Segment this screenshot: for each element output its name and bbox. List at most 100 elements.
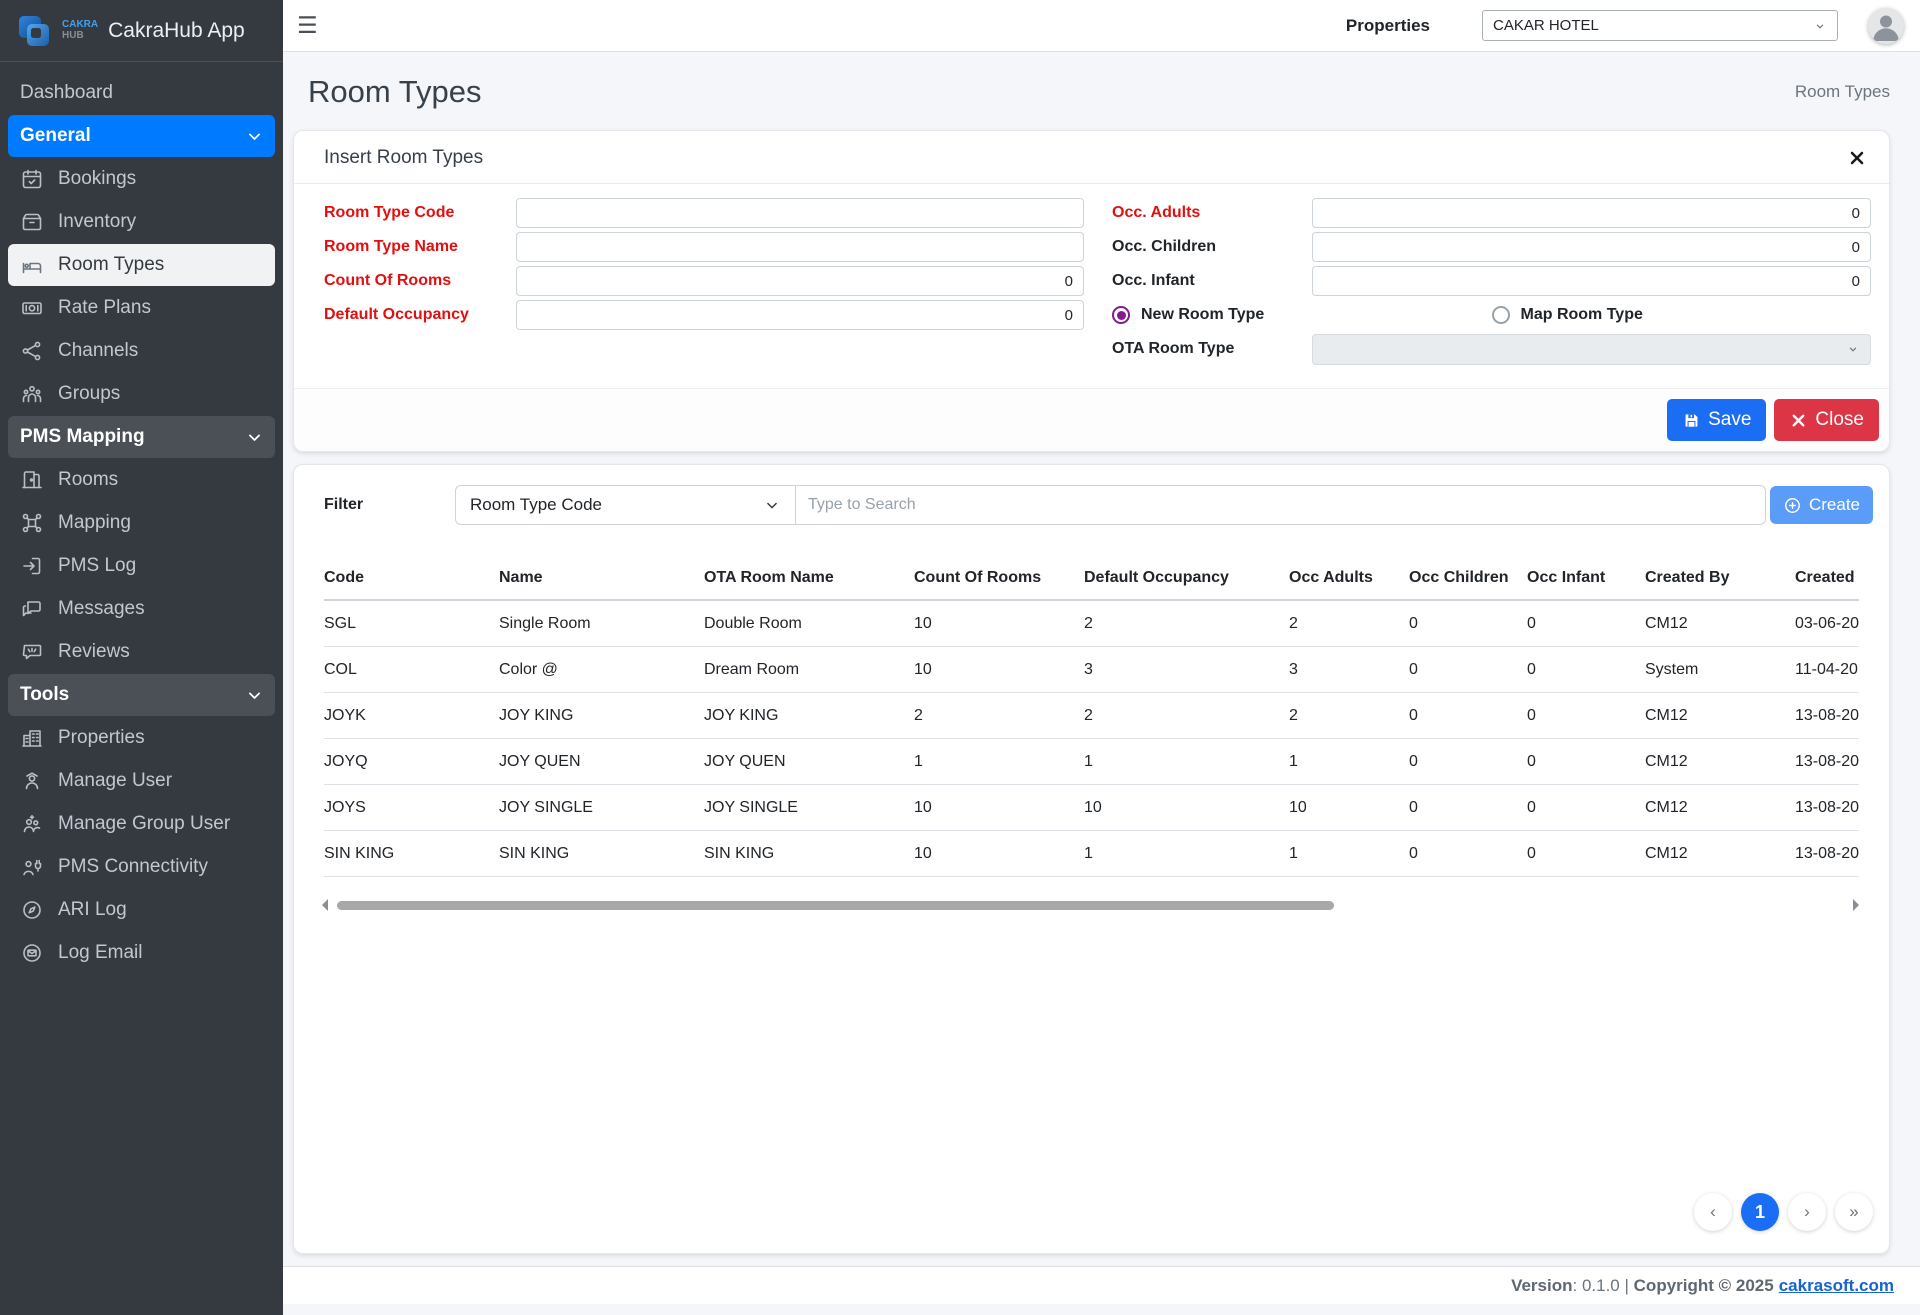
- table-cell: 11-04-20: [1795, 647, 1859, 693]
- new-room-type-radio[interactable]: New Room Type: [1112, 306, 1492, 324]
- property-select[interactable]: CAKAR HOTEL: [1482, 10, 1838, 41]
- user-avatar[interactable]: [1868, 8, 1904, 44]
- bed-icon: [20, 253, 44, 277]
- sidebar-item-label: Inventory: [58, 211, 263, 233]
- sidebar-item-pms-log[interactable]: PMS Log: [8, 545, 275, 587]
- pagination-prev-button[interactable]: ‹: [1694, 1193, 1732, 1231]
- occ-children-input[interactable]: [1312, 232, 1871, 262]
- pagination-next-button[interactable]: ›: [1788, 1193, 1826, 1231]
- scrollbar-track[interactable]: [335, 901, 1846, 910]
- sidebar-item-room-types[interactable]: Room Types: [8, 244, 275, 286]
- close-x-icon: [1789, 411, 1808, 430]
- table-cell: System: [1645, 647, 1795, 693]
- pagination-page-1-button[interactable]: 1: [1741, 1193, 1779, 1231]
- sidebar-item-reviews[interactable]: Reviews: [8, 631, 275, 673]
- brand[interactable]: CAKRA HUB CakraHub App: [0, 0, 283, 62]
- table-cell: 1: [914, 739, 1084, 785]
- app-title: CakraHub App: [108, 19, 245, 43]
- sidebar-item-bookings[interactable]: Bookings: [8, 158, 275, 200]
- sidebar-item-label: Messages: [58, 598, 263, 620]
- sidebar-item-ari-log[interactable]: ARI Log: [8, 889, 275, 931]
- table-cell: JOY SINGLE: [499, 785, 704, 831]
- scrollbar-thumb[interactable]: [337, 901, 1334, 910]
- sidebar-item-rate-plans[interactable]: Rate Plans: [8, 287, 275, 329]
- occ-adults-row: Occ. Adults: [1112, 198, 1871, 228]
- scroll-left-arrow-icon[interactable]: [322, 899, 328, 911]
- sidebar-item-properties[interactable]: Properties: [8, 717, 275, 759]
- sidebar-item-channels[interactable]: Channels: [8, 330, 275, 372]
- table-row[interactable]: JOYQJOY QUENJOY QUEN11100CM1213-08-20: [324, 739, 1859, 785]
- create-button[interactable]: Create: [1770, 486, 1873, 524]
- sidebar-item-label: Room Types: [58, 254, 263, 276]
- room-type-name-input[interactable]: [516, 232, 1084, 262]
- save-button[interactable]: Save: [1667, 399, 1766, 441]
- sidebar-item-messages[interactable]: Messages: [8, 588, 275, 630]
- table-cell: Color @: [499, 647, 704, 693]
- table-cell: 10: [914, 785, 1084, 831]
- form-right-fields: Occ. AdultsOcc. ChildrenOcc. Infant: [1112, 198, 1871, 296]
- hamburger-menu-icon[interactable]: ☰: [297, 14, 318, 37]
- filter-label: Filter: [324, 496, 455, 514]
- inventory-icon: [20, 210, 44, 234]
- table-row[interactable]: JOYKJOY KINGJOY KING22200CM1213-08-20: [324, 693, 1859, 739]
- occ-infant-input[interactable]: [1312, 266, 1871, 296]
- count-of-rooms-input[interactable]: [516, 266, 1084, 296]
- table-cell: COL: [324, 647, 499, 693]
- sidebar-item-tools[interactable]: Tools: [8, 674, 275, 716]
- sidebar-item-pms-connectivity[interactable]: PMS Connectivity: [8, 846, 275, 888]
- sidebar-item-pms-mapping[interactable]: PMS Mapping: [8, 416, 275, 458]
- table-cell: 0: [1527, 693, 1645, 739]
- cakrasoft-link[interactable]: cakrasoft.com: [1779, 1276, 1894, 1296]
- count-of-rooms-label: Count Of Rooms: [324, 272, 516, 290]
- table-cell: CM12: [1645, 739, 1795, 785]
- sidebar-item-manage-user[interactable]: Manage User: [8, 760, 275, 802]
- sidebar-item-mapping[interactable]: Mapping: [8, 502, 275, 544]
- sidebar-item-rooms[interactable]: Rooms: [8, 459, 275, 501]
- sidebar-item-general[interactable]: General: [8, 115, 275, 157]
- scroll-right-arrow-icon[interactable]: [1853, 899, 1859, 911]
- table-cell: JOYQ: [324, 739, 499, 785]
- sidebar-item-label: PMS Connectivity: [58, 856, 263, 878]
- page-title: Room Types: [308, 74, 481, 110]
- table-cell: 0: [1409, 739, 1527, 785]
- sidebar-item-inventory[interactable]: Inventory: [8, 201, 275, 243]
- chevron-down-icon: [1846, 342, 1860, 356]
- ota-room-type-select[interactable]: [1312, 334, 1871, 365]
- sidebar-item-label: Reviews: [58, 641, 263, 663]
- sidebar-item-manage-group-user[interactable]: Manage Group User: [8, 803, 275, 845]
- sidebar-item-label: ARI Log: [58, 899, 263, 921]
- column-header-code: Code: [324, 561, 499, 600]
- table-cell: 0: [1409, 647, 1527, 693]
- sidebar-item-label: Rooms: [58, 469, 263, 491]
- close-icon[interactable]: [1847, 148, 1867, 168]
- table-cell: 10: [914, 600, 1084, 647]
- filter-field-select[interactable]: Room Type Code: [455, 485, 796, 525]
- sidebar-item-dashboard[interactable]: Dashboard: [8, 72, 275, 114]
- column-header-occ-children: Occ Children: [1409, 561, 1527, 600]
- table-cell: CM12: [1645, 693, 1795, 739]
- table-row[interactable]: JOYSJOY SINGLEJOY SINGLE10101000CM1213-0…: [324, 785, 1859, 831]
- close-button[interactable]: Close: [1774, 399, 1879, 441]
- count-of-rooms-row: Count Of Rooms: [324, 266, 1084, 296]
- table-cell: 2: [1084, 693, 1289, 739]
- search-input[interactable]: [796, 485, 1766, 525]
- table-row[interactable]: COLColor @Dream Room103300System11-04-20: [324, 647, 1859, 693]
- table-cell: SGL: [324, 600, 499, 647]
- sidebar-item-groups[interactable]: Groups: [8, 373, 275, 415]
- default-occupancy-input[interactable]: [516, 300, 1084, 330]
- table-row[interactable]: SGLSingle RoomDouble Room102200CM1203-06…: [324, 600, 1859, 647]
- sidebar-item-log-email[interactable]: Log Email: [8, 932, 275, 974]
- map-room-type-radio[interactable]: Map Room Type: [1492, 306, 1872, 324]
- room-type-code-input[interactable]: [516, 198, 1084, 228]
- table-cell: JOYS: [324, 785, 499, 831]
- table-row[interactable]: SIN KINGSIN KINGSIN KING101100CM1213-08-…: [324, 831, 1859, 877]
- room-type-code-row: Room Type Code: [324, 198, 1084, 228]
- occ-adults-input[interactable]: [1312, 198, 1871, 228]
- table-cell: 0: [1409, 831, 1527, 877]
- copyright-text: Copyright © 2025: [1634, 1276, 1774, 1296]
- sidebar-item-configurations[interactable]: Configurations: [8, 975, 275, 985]
- table-cell: 13-08-20: [1795, 739, 1859, 785]
- table-cell: Double Room: [704, 600, 914, 647]
- sidebar-item-label: Properties: [58, 727, 263, 749]
- pagination-last-button[interactable]: »: [1835, 1193, 1873, 1231]
